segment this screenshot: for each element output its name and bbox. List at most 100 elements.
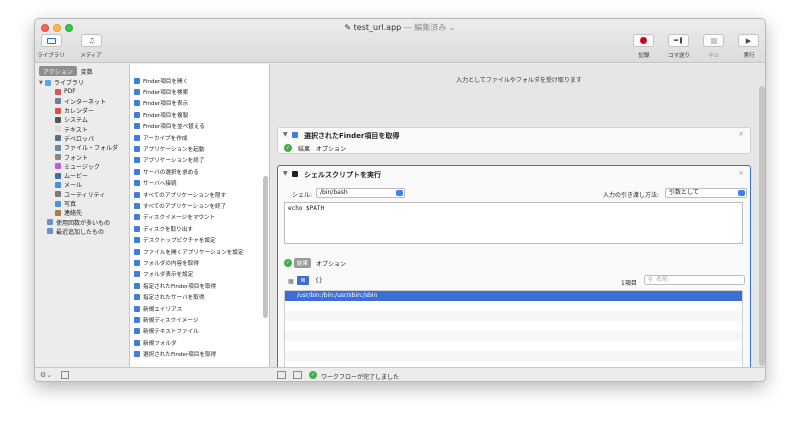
record-button[interactable]: [633, 34, 654, 47]
action-item[interactable]: Finder項目を開く: [130, 75, 262, 86]
library-item[interactable]: 連絡先: [35, 208, 130, 217]
action-item[interactable]: フォルダの内容を取得: [130, 257, 262, 268]
library-item-label: テキスト: [64, 126, 88, 134]
action-item[interactable]: アプリケーションを起動: [130, 143, 262, 154]
library-item[interactable]: ムービー: [35, 171, 130, 180]
library-item[interactable]: デベロッパ: [35, 134, 130, 143]
tab-actions[interactable]: アクション: [39, 66, 77, 76]
media-button[interactable]: ♫: [81, 34, 102, 47]
action-item[interactable]: Finder項目を表示: [130, 98, 262, 109]
action-item[interactable]: ファイルを開くアプリケーションを設定: [130, 246, 262, 257]
card2-options-link[interactable]: オプション: [316, 259, 346, 268]
action-icon: [134, 146, 140, 153]
library-item-label: PDF: [64, 88, 76, 96]
library-item[interactable]: 最近追加したもの: [35, 227, 130, 236]
library-item[interactable]: ファイル・フォルダ: [35, 143, 130, 152]
action-item[interactable]: 指定されたサーバを取得: [130, 291, 262, 302]
category-icon: [55, 135, 61, 142]
action-item-label: デスクトップピクチャを設定: [143, 238, 216, 245]
app-document-icon: ✎: [344, 23, 352, 32]
category-icon: [55, 126, 61, 133]
action-item-label: 指定されたサーバを取得: [143, 295, 205, 302]
action-item[interactable]: すべてのアプリケーションを隠す: [130, 189, 262, 200]
disclosure-triangle-icon[interactable]: ▼: [39, 80, 43, 86]
library-item[interactable]: フォント: [35, 152, 130, 162]
input-method-select[interactable]: 引数として: [665, 188, 747, 198]
action-icon: [134, 77, 140, 84]
action-item[interactable]: 指定されたFinder項目を取得: [130, 280, 262, 291]
library-item[interactable]: インターネット: [35, 97, 130, 106]
library-item-label: デベロッパ: [64, 135, 95, 143]
action-icon: [134, 351, 140, 358]
action-icon: [134, 168, 140, 175]
script-editor[interactable]: echo $PATH: [284, 202, 743, 244]
card2-title: シェルスクリプトを実行: [304, 171, 381, 179]
stop-icon: [710, 37, 717, 44]
action-item[interactable]: 新規ディスクイメージ: [130, 314, 262, 325]
stop-button[interactable]: [703, 34, 724, 47]
action-item[interactable]: ディスクを取り出す: [130, 223, 262, 234]
action-item[interactable]: 新規テキストファイル: [130, 326, 262, 337]
action-card-run-shell-script[interactable]: ▼ シェルスクリプトを実行 × シェル: /bin/bash 入力の引き渡し方法…: [277, 165, 751, 381]
library-item[interactable]: メール: [35, 180, 130, 189]
media-icon: ♫: [88, 36, 95, 45]
close-icon[interactable]: ×: [738, 169, 744, 177]
gear-icon[interactable]: ⚙⌄: [40, 371, 52, 379]
library-item[interactable]: PDF: [35, 87, 130, 96]
tab-variables[interactable]: 変数: [77, 66, 97, 76]
action-item[interactable]: Finder項目を並べ替える: [130, 121, 262, 132]
log-icon[interactable]: [277, 371, 286, 379]
action-item[interactable]: アプリケーションを終了: [130, 155, 262, 166]
library-item-label: ユーティリティ: [64, 191, 106, 199]
card2-results-button[interactable]: 結果: [294, 258, 312, 268]
library-item[interactable]: ユーティリティ: [35, 190, 130, 199]
library-item-label: インターネット: [64, 98, 107, 106]
action-icon: [134, 89, 140, 96]
collapse-triangle-icon[interactable]: ▼: [283, 131, 288, 138]
close-icon[interactable]: ×: [738, 130, 744, 138]
workflow-scrollbar[interactable]: [759, 86, 765, 366]
action-item[interactable]: Finder項目を複製: [130, 109, 262, 120]
action-item[interactable]: 新規エイリアス: [130, 303, 262, 314]
action-item[interactable]: デスクトップピクチャを設定: [130, 234, 262, 245]
action-icon: [134, 237, 140, 244]
category-icon: [47, 228, 53, 235]
table-row[interactable]: /usr/bin:/bin:/usr/sbin:/sbin: [285, 291, 742, 301]
action-item[interactable]: ディスクイメージをマウント: [130, 212, 262, 223]
action-item[interactable]: サーバの選択を求める: [130, 166, 262, 177]
card1-results-link[interactable]: 結果: [298, 144, 310, 153]
action-item-label: 新規フォルダ: [143, 340, 177, 347]
library-item[interactable]: システム: [35, 115, 130, 124]
library-item[interactable]: テキスト: [35, 124, 130, 134]
shell-select[interactable]: /bin/bash: [316, 188, 405, 198]
code-view-icon[interactable]: {}: [315, 277, 323, 284]
card1-options-link[interactable]: オプション: [316, 144, 346, 153]
action-item[interactable]: 選択されたFinder項目を取得: [130, 348, 262, 359]
action-item[interactable]: Finder項目を検索: [130, 86, 262, 97]
library-button[interactable]: [41, 34, 62, 47]
list-view-icon[interactable]: ≣: [297, 276, 309, 285]
action-icon: [134, 225, 140, 232]
action-card-get-finder-items[interactable]: ▼ 選択されたFinder項目を取得 × ✓ 結果 オプション: [277, 127, 751, 154]
library-item[interactable]: ▼ ライブラリ: [35, 78, 130, 87]
result-count: 1項目: [621, 280, 637, 287]
variables-icon[interactable]: [293, 371, 302, 379]
action-item[interactable]: アーカイブを作成: [130, 132, 262, 143]
collapse-triangle-icon[interactable]: ▼: [283, 170, 288, 177]
library-item[interactable]: 使用回数が多いもの: [35, 217, 130, 227]
library-item[interactable]: 写真: [35, 199, 130, 208]
actions-scrollbar[interactable]: [263, 176, 268, 318]
action-item[interactable]: フォルダ表示を設定: [130, 269, 262, 280]
action-item[interactable]: 新規フォルダ: [130, 337, 262, 348]
result-search-input[interactable]: ⚲ 名前: [644, 275, 745, 285]
description-toggle-icon[interactable]: [61, 371, 69, 379]
step-button[interactable]: ➡❚: [668, 34, 689, 47]
action-item[interactable]: すべてのアプリケーションを終了: [130, 200, 262, 211]
action-item[interactable]: サーバへ接続: [130, 178, 262, 189]
library-item[interactable]: カレンダー: [35, 106, 130, 115]
grid-view-icon[interactable]: ▦: [288, 278, 294, 285]
library-item[interactable]: ミュージック: [35, 162, 130, 171]
run-label: 実行: [743, 53, 755, 59]
run-button[interactable]: ▶: [738, 34, 759, 47]
category-icon: [55, 98, 61, 105]
